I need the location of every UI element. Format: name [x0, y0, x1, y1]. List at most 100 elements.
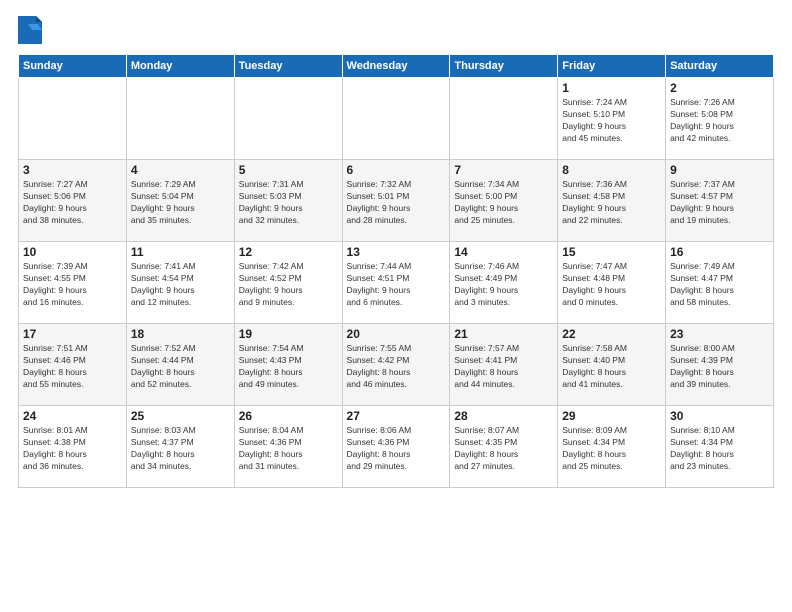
day-info: Sunrise: 7:27 AMSunset: 5:06 PMDaylight:… [23, 179, 122, 227]
day-number: 11 [131, 245, 230, 259]
calendar-cell: 14 Sunrise: 7:46 AMSunset: 4:49 PMDayligh… [450, 242, 558, 324]
calendar-week-3: 10 Sunrise: 7:39 AMSunset: 4:55 PMDayligh… [19, 242, 774, 324]
day-info: Sunrise: 8:09 AMSunset: 4:34 PMDaylight:… [562, 425, 661, 473]
calendar-cell [234, 78, 342, 160]
day-number: 17 [23, 327, 122, 341]
day-number: 12 [239, 245, 338, 259]
day-number: 18 [131, 327, 230, 341]
calendar-cell [19, 78, 127, 160]
calendar-cell: 10 Sunrise: 7:39 AMSunset: 4:55 PMDayligh… [19, 242, 127, 324]
calendar-cell: 23Sunrise: 8:00 AMSunset: 4:39 PMDayligh… [666, 324, 774, 406]
day-info: Sunrise: 7:47 AMSunset: 4:48 PMDaylight:… [562, 261, 661, 309]
day-info: Sunrise: 8:07 AMSunset: 4:35 PMDaylight:… [454, 425, 553, 473]
day-number: 1 [562, 81, 661, 95]
day-info: Sunrise: 7:54 AMSunset: 4:43 PMDaylight:… [239, 343, 338, 391]
calendar-cell: 15Sunrise: 7:47 AMSunset: 4:48 PMDayligh… [558, 242, 666, 324]
calendar-cell: 27Sunrise: 8:06 AMSunset: 4:36 PMDayligh… [342, 406, 450, 488]
calendar-cell: 2Sunrise: 7:26 AMSunset: 5:08 PMDaylight… [666, 78, 774, 160]
day-info: Sunrise: 7:32 AMSunset: 5:01 PMDaylight:… [347, 179, 446, 227]
calendar-cell: 29 Sunrise: 8:09 AMSunset: 4:34 PMDayligh… [558, 406, 666, 488]
day-number: 6 [347, 163, 446, 177]
day-number: 2 [670, 81, 769, 95]
day-header-wednesday: Wednesday [342, 55, 450, 78]
calendar-cell: 30 Sunrise: 8:10 AMSunset: 4:34 PMDayligh… [666, 406, 774, 488]
day-info: Sunrise: 8:04 AMSunset: 4:36 PMDaylight:… [239, 425, 338, 473]
day-info: Sunrise: 7:42 AMSunset: 4:52 PMDaylight:… [239, 261, 338, 309]
day-header-saturday: Saturday [666, 55, 774, 78]
calendar-cell: 4 Sunrise: 7:29 AMSunset: 5:04 PMDaylight… [126, 160, 234, 242]
calendar-cell: 13 Sunrise: 7:44 AMSunset: 4:51 PMDayligh… [342, 242, 450, 324]
calendar-cell: 26 Sunrise: 8:04 AMSunset: 4:36 PMDayligh… [234, 406, 342, 488]
day-number: 5 [239, 163, 338, 177]
day-info: Sunrise: 7:41 AMSunset: 4:54 PMDaylight:… [131, 261, 230, 309]
day-header-monday: Monday [126, 55, 234, 78]
calendar-week-2: 3 Sunrise: 7:27 AMSunset: 5:06 PMDaylight… [19, 160, 774, 242]
day-info: Sunrise: 7:29 AMSunset: 5:04 PMDaylight:… [131, 179, 230, 227]
day-info: Sunrise: 7:24 AMSunset: 5:10 PMDaylight:… [562, 97, 661, 145]
calendar-cell: 7 Sunrise: 7:34 AMSunset: 5:00 PMDaylight… [450, 160, 558, 242]
calendar-cell: 3 Sunrise: 7:27 AMSunset: 5:06 PMDaylight… [19, 160, 127, 242]
calendar-cell [126, 78, 234, 160]
calendar-cell [342, 78, 450, 160]
calendar-cell: 1 Sunrise: 7:24 AMSunset: 5:10 PMDaylight… [558, 78, 666, 160]
day-header-friday: Friday [558, 55, 666, 78]
logo-icon [18, 16, 42, 44]
day-info: Sunrise: 7:31 AMSunset: 5:03 PMDaylight:… [239, 179, 338, 227]
calendar-cell: 22Sunrise: 7:58 AMSunset: 4:40 PMDayligh… [558, 324, 666, 406]
calendar-cell: 21 Sunrise: 7:57 AMSunset: 4:41 PMDayligh… [450, 324, 558, 406]
calendar-cell: 6 Sunrise: 7:32 AMSunset: 5:01 PMDaylight… [342, 160, 450, 242]
day-info: Sunrise: 7:34 AMSunset: 5:00 PMDaylight:… [454, 179, 553, 227]
calendar-cell: 28 Sunrise: 8:07 AMSunset: 4:35 PMDayligh… [450, 406, 558, 488]
day-info: Sunrise: 7:36 AMSunset: 4:58 PMDaylight:… [562, 179, 661, 227]
day-info: Sunrise: 7:51 AMSunset: 4:46 PMDaylight:… [23, 343, 122, 391]
calendar-cell [450, 78, 558, 160]
header [18, 16, 774, 44]
day-number: 21 [454, 327, 553, 341]
day-number: 28 [454, 409, 553, 423]
day-number: 10 [23, 245, 122, 259]
day-number: 4 [131, 163, 230, 177]
calendar-cell: 24Sunrise: 8:01 AMSunset: 4:38 PMDayligh… [19, 406, 127, 488]
day-number: 27 [347, 409, 446, 423]
day-info: Sunrise: 7:39 AMSunset: 4:55 PMDaylight:… [23, 261, 122, 309]
day-number: 19 [239, 327, 338, 341]
calendar-header-row: SundayMondayTuesdayWednesdayThursdayFrid… [19, 55, 774, 78]
day-info: Sunrise: 7:49 AMSunset: 4:47 PMDaylight:… [670, 261, 769, 309]
calendar-week-1: 1 Sunrise: 7:24 AMSunset: 5:10 PMDaylight… [19, 78, 774, 160]
calendar-week-4: 17 Sunrise: 7:51 AMSunset: 4:46 PMDayligh… [19, 324, 774, 406]
logo [18, 16, 46, 44]
calendar-cell: 16Sunrise: 7:49 AMSunset: 4:47 PMDayligh… [666, 242, 774, 324]
calendar-cell: 20Sunrise: 7:55 AMSunset: 4:42 PMDayligh… [342, 324, 450, 406]
day-header-thursday: Thursday [450, 55, 558, 78]
day-number: 22 [562, 327, 661, 341]
day-info: Sunrise: 7:55 AMSunset: 4:42 PMDaylight:… [347, 343, 446, 391]
day-info: Sunrise: 7:57 AMSunset: 4:41 PMDaylight:… [454, 343, 553, 391]
calendar-cell: 17 Sunrise: 7:51 AMSunset: 4:46 PMDayligh… [19, 324, 127, 406]
calendar-cell: 8 Sunrise: 7:36 AMSunset: 4:58 PMDaylight… [558, 160, 666, 242]
day-number: 7 [454, 163, 553, 177]
day-number: 8 [562, 163, 661, 177]
day-number: 14 [454, 245, 553, 259]
day-info: Sunrise: 7:37 AMSunset: 4:57 PMDaylight:… [670, 179, 769, 227]
day-number: 3 [23, 163, 122, 177]
day-header-sunday: Sunday [19, 55, 127, 78]
day-number: 29 [562, 409, 661, 423]
calendar-cell: 19 Sunrise: 7:54 AMSunset: 4:43 PMDayligh… [234, 324, 342, 406]
day-number: 25 [131, 409, 230, 423]
day-header-tuesday: Tuesday [234, 55, 342, 78]
day-info: Sunrise: 7:44 AMSunset: 4:51 PMDaylight:… [347, 261, 446, 309]
day-info: Sunrise: 8:03 AMSunset: 4:37 PMDaylight:… [131, 425, 230, 473]
calendar-cell: 12 Sunrise: 7:42 AMSunset: 4:52 PMDayligh… [234, 242, 342, 324]
day-number: 26 [239, 409, 338, 423]
day-number: 9 [670, 163, 769, 177]
day-info: Sunrise: 7:46 AMSunset: 4:49 PMDaylight:… [454, 261, 553, 309]
day-info: Sunrise: 8:10 AMSunset: 4:34 PMDaylight:… [670, 425, 769, 473]
calendar-week-5: 24Sunrise: 8:01 AMSunset: 4:38 PMDayligh… [19, 406, 774, 488]
day-info: Sunrise: 7:52 AMSunset: 4:44 PMDaylight:… [131, 343, 230, 391]
calendar: SundayMondayTuesdayWednesdayThursdayFrid… [18, 54, 774, 488]
calendar-cell: 11 Sunrise: 7:41 AMSunset: 4:54 PMDayligh… [126, 242, 234, 324]
calendar-cell: 25 Sunrise: 8:03 AMSunset: 4:37 PMDayligh… [126, 406, 234, 488]
day-number: 13 [347, 245, 446, 259]
day-number: 30 [670, 409, 769, 423]
day-info: Sunrise: 8:01 AMSunset: 4:38 PMDaylight:… [23, 425, 122, 473]
